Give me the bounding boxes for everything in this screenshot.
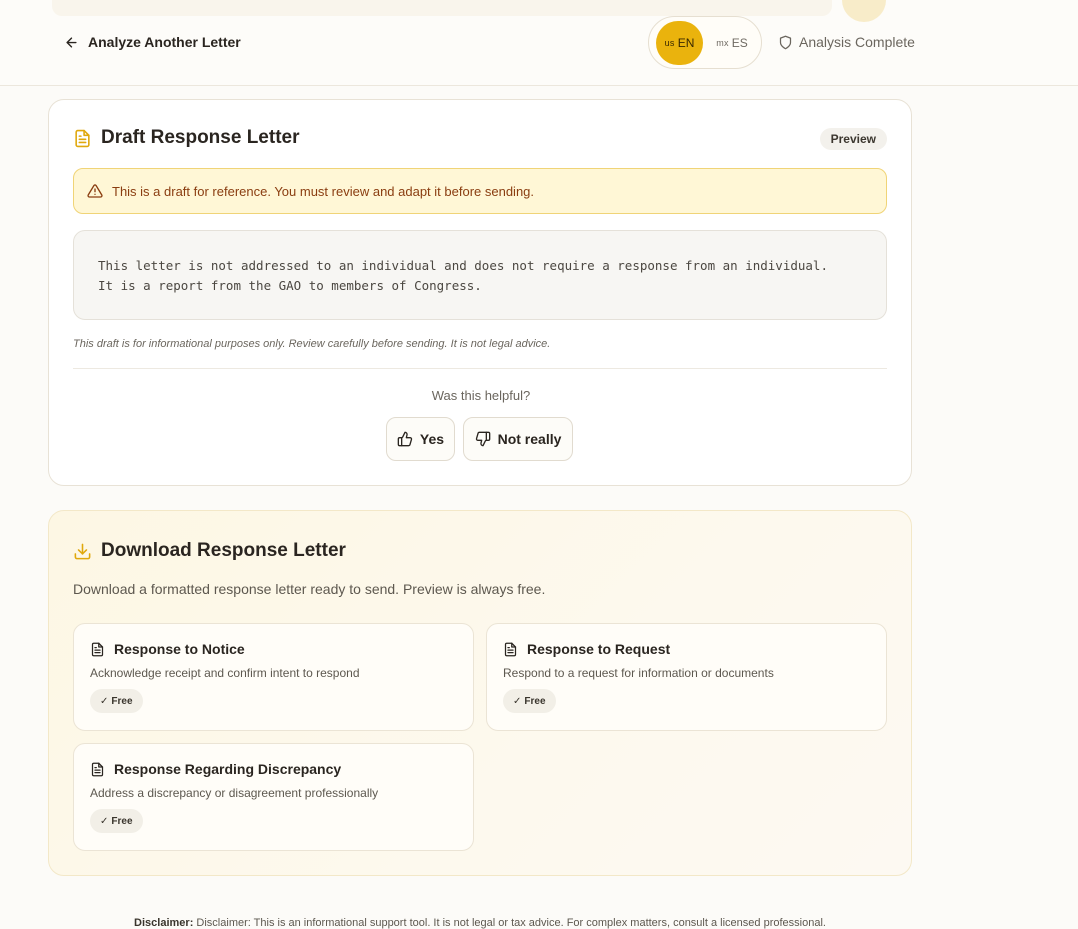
free-badge: ✓ Free bbox=[90, 689, 143, 713]
footer-disclaimer-label: Disclaimer: bbox=[134, 917, 194, 929]
free-badge-text: Free bbox=[111, 815, 133, 827]
option-description: Address a discrepancy or disagreement pr… bbox=[90, 786, 379, 800]
flag-us-icon: us bbox=[664, 38, 675, 48]
option-title: Response Regarding Discrepancy bbox=[90, 761, 341, 777]
option-response-regarding-discrepancy[interactable]: Response Regarding Discrepancy Address a… bbox=[73, 743, 474, 851]
footer-disclaimer-text: Disclaimer: This is an informational sup… bbox=[196, 917, 826, 929]
language-code: ES bbox=[731, 36, 748, 50]
document-icon bbox=[91, 762, 104, 776]
warning-triangle-icon bbox=[87, 184, 103, 198]
preview-badge: Preview bbox=[819, 128, 887, 150]
download-title-text: Download Response Letter bbox=[101, 540, 346, 561]
option-description: Acknowledge receipt and confirm intent t… bbox=[90, 666, 360, 680]
download-card-title: Download Response Letter bbox=[73, 540, 346, 562]
option-response-to-request[interactable]: Response to Request Respond to a request… bbox=[486, 623, 887, 731]
check-icon: ✓ bbox=[513, 695, 522, 707]
language-switcher: us EN mx ES bbox=[648, 16, 762, 69]
letter-line: It is a report from the GAO to members o… bbox=[98, 278, 482, 293]
feedback-no-button[interactable]: Not really bbox=[463, 417, 573, 461]
download-description: Download a formatted response letter rea… bbox=[73, 581, 546, 597]
draft-title-text: Draft Response Letter bbox=[101, 127, 300, 148]
feedback-question: Was this helpful? bbox=[431, 388, 531, 403]
draft-letter-text: This letter is not addressed to an indiv… bbox=[73, 230, 887, 320]
draft-warning: This is a draft for reference. You must … bbox=[73, 168, 887, 214]
option-response-to-notice[interactable]: Response to Notice Acknowledge receipt a… bbox=[73, 623, 474, 731]
footer-disclaimer: Disclaimer: Disclaimer: This is an infor… bbox=[0, 917, 960, 929]
check-icon: ✓ bbox=[100, 815, 109, 827]
free-badge-text: Free bbox=[111, 695, 133, 707]
status-text: Analysis Complete bbox=[799, 34, 915, 50]
thumbs-up-icon bbox=[397, 431, 413, 447]
flag-mx-icon: mx bbox=[716, 38, 729, 48]
download-response-card: Download Response Letter Download a form… bbox=[48, 510, 912, 876]
free-badge: ✓ Free bbox=[90, 809, 143, 833]
letter-line: This letter is not addressed to an indiv… bbox=[98, 258, 828, 273]
option-title: Response to Notice bbox=[90, 641, 245, 657]
arrow-left-icon bbox=[66, 36, 77, 48]
feedback-yes-button[interactable]: Yes bbox=[386, 417, 455, 461]
option-title-text: Response Regarding Discrepancy bbox=[114, 761, 342, 777]
shield-icon bbox=[779, 35, 792, 49]
language-option-es[interactable]: mx ES bbox=[708, 21, 756, 65]
download-icon bbox=[74, 543, 91, 559]
feedback-yes-label: Yes bbox=[419, 431, 445, 447]
top-bar: Analyze Another Letter us EN mx ES Analy… bbox=[0, 0, 1078, 86]
back-link-label: Analyze Another Letter bbox=[88, 34, 241, 50]
analyze-another-letter-link[interactable]: Analyze Another Letter bbox=[64, 32, 241, 52]
option-title-text: Response to Notice bbox=[114, 641, 245, 657]
file-text-icon bbox=[75, 129, 90, 147]
warning-text: This is a draft for reference. You must … bbox=[112, 183, 535, 199]
draft-card-title: Draft Response Letter bbox=[73, 127, 300, 149]
check-icon: ✓ bbox=[100, 695, 109, 707]
search-input-faded bbox=[52, 0, 832, 16]
free-badge: ✓ Free bbox=[503, 689, 556, 713]
document-icon bbox=[504, 642, 517, 656]
draft-response-card: Draft Response Letter Preview This is a … bbox=[48, 99, 912, 486]
option-title-text: Response to Request bbox=[527, 641, 671, 657]
feedback-no-label: Not really bbox=[497, 431, 562, 447]
draft-disclaimer-note: This draft is for informational purposes… bbox=[73, 338, 551, 350]
option-description: Respond to a request for information or … bbox=[503, 666, 774, 680]
analysis-status: Analysis Complete bbox=[778, 33, 915, 51]
document-icon bbox=[91, 642, 104, 656]
submit-button-faded bbox=[842, 0, 886, 22]
option-title: Response to Request bbox=[503, 641, 670, 657]
language-code: EN bbox=[677, 36, 695, 50]
free-badge-text: Free bbox=[524, 695, 546, 707]
thumbs-down-icon bbox=[475, 431, 490, 447]
divider bbox=[73, 368, 887, 369]
language-option-en[interactable]: us EN bbox=[656, 21, 703, 65]
